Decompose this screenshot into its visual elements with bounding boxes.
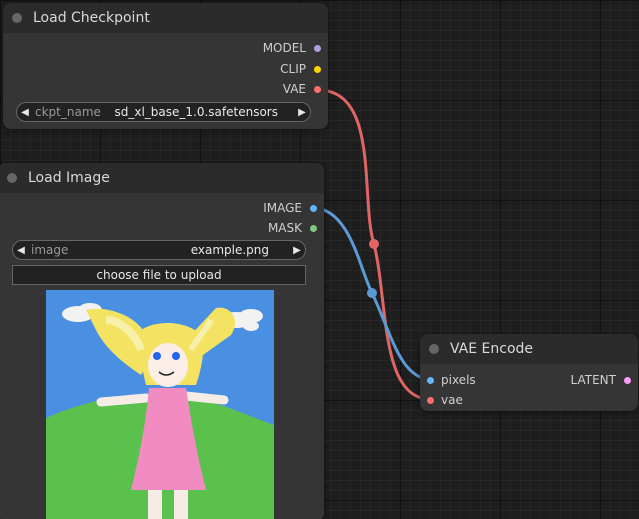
graph-canvas[interactable]: Load Checkpoint MODEL CLIP VAE ◀ ckpt_na… [0,0,639,519]
load-checkpoint-node[interactable]: Load Checkpoint MODEL CLIP VAE ◀ ckpt_na… [3,3,328,129]
pixels-slot-icon[interactable] [427,376,434,384]
output-label: LATENT [570,373,616,387]
vae-slot-icon[interactable] [427,396,434,404]
output-label: VAE [282,82,306,96]
mask-slot-icon[interactable] [310,224,317,232]
model-slot-icon[interactable] [314,44,321,52]
node-header[interactable]: Load Image [0,163,324,193]
output-clip[interactable]: CLIP [280,62,328,76]
right-arrow-icon[interactable]: ▶ [294,107,310,118]
output-mask[interactable]: MASK [268,221,324,235]
vae-slot-icon[interactable] [314,85,321,93]
combo-value: example.png [190,243,269,257]
image-combo[interactable]: ◀ image example.png ▶ [12,240,306,260]
ckpt-name-combo[interactable]: ◀ ckpt_name sd_xl_base_1.0.safetensors ▶ [16,102,311,122]
output-image[interactable]: IMAGE [263,201,324,215]
latent-slot-icon[interactable] [624,376,631,384]
output-label: CLIP [280,62,306,76]
link-image [312,206,431,381]
output-vae[interactable]: VAE [283,82,328,96]
input-vae[interactable]: vae [420,393,463,407]
output-label: IMAGE [263,201,302,215]
link-image-midpoint [367,288,377,298]
combo-value: sd_xl_base_1.0.safetensors [114,105,279,119]
node-header[interactable]: VAE Encode [420,334,638,364]
node-title: Load Image [28,170,110,186]
right-arrow-icon[interactable]: ▶ [289,245,305,256]
image-slot-icon[interactable] [310,204,317,212]
input-label: pixels [441,373,476,387]
image-preview [46,290,274,519]
collapse-dot-icon[interactable] [429,344,439,354]
collapse-dot-icon[interactable] [12,13,22,23]
combo-label: ckpt_name [35,105,101,119]
combo-label: image [31,243,69,257]
output-latent[interactable]: LATENT [571,373,638,387]
output-label: MODEL [262,41,306,55]
preview-drawing [46,290,274,519]
link-vae-midpoint [369,239,379,249]
node-header[interactable]: Load Checkpoint [3,3,328,33]
node-title: VAE Encode [450,341,534,357]
input-label: vae [441,393,463,407]
output-label: MASK [267,221,302,235]
left-arrow-icon[interactable]: ◀ [17,107,33,118]
collapse-dot-icon[interactable] [7,173,17,183]
output-model[interactable]: MODEL [263,41,328,55]
vae-encode-node[interactable]: VAE Encode pixels vae LATENT [420,334,638,411]
upload-button[interactable]: choose file to upload [12,265,306,285]
load-image-node[interactable]: Load Image IMAGE MASK ◀ image example.pn… [0,163,324,519]
clip-slot-icon[interactable] [314,65,321,73]
link-vae [317,88,431,401]
input-pixels[interactable]: pixels [420,373,476,387]
left-arrow-icon[interactable]: ◀ [13,245,29,256]
node-title: Load Checkpoint [33,10,150,26]
